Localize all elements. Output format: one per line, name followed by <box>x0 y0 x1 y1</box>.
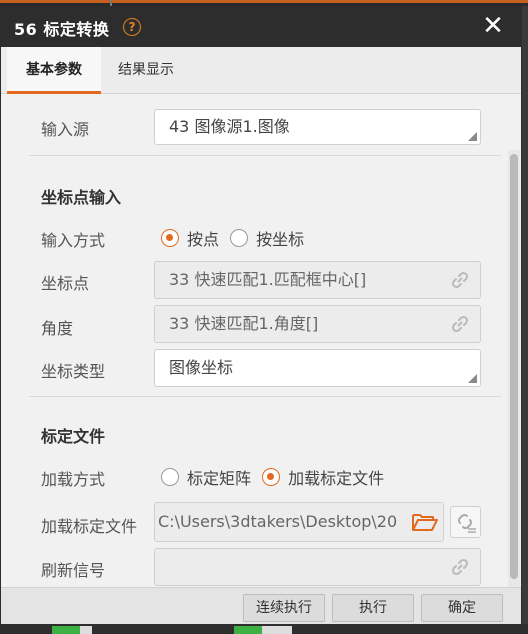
form-content: 输入源 43 图像源1.图像 坐标点输入 输入方式 按点 按坐标 坐标点 33 … <box>1 94 521 588</box>
input-source-select[interactable]: 43 图像源1.图像 <box>154 109 481 145</box>
angle-value: 33 快速匹配1.角度[] <box>169 314 319 333</box>
radio-unchecked-icon <box>161 468 179 486</box>
link-icon[interactable] <box>450 557 470 577</box>
divider <box>29 155 501 156</box>
dropdown-corner-icon <box>468 374 477 383</box>
calib-file-label: 加载标定文件 <box>41 517 138 536</box>
background-white-block <box>262 626 292 634</box>
radio-by-point-label: 按点 <box>187 230 220 249</box>
help-icon[interactable]: ? <box>123 18 141 36</box>
calib-section-title: 标定文件 <box>41 427 106 446</box>
ok-button[interactable]: 确定 <box>421 594 503 622</box>
input-mode-radio-group: 按点 按坐标 <box>161 226 310 251</box>
radio-calib-matrix[interactable]: 标定矩阵 <box>161 465 251 489</box>
close-button[interactable]: ✕ <box>479 13 507 41</box>
tab-result-display[interactable]: 结果显示 <box>118 47 174 93</box>
load-mode-label: 加载方式 <box>41 470 106 489</box>
input-source-label: 输入源 <box>41 120 90 139</box>
tab-basic-params[interactable]: 基本参数 <box>7 47 101 94</box>
refresh-signal-label: 刷新信号 <box>41 561 106 580</box>
title-bar[interactable]: 56 标定转换 ? ✕ <box>1 7 521 47</box>
dialog-footer: 连续执行 执行 确定 <box>1 587 521 626</box>
calibration-dialog: 56 标定转换 ? ✕ 基本参数 结果显示 输入源 43 图像源1.图像 坐标点… <box>0 6 522 626</box>
input-source-value: 43 图像源1.图像 <box>169 117 290 136</box>
radio-checked-icon <box>262 468 281 486</box>
angle-field[interactable]: 33 快速匹配1.角度[] <box>154 305 481 343</box>
radio-by-coord[interactable]: 按坐标 <box>230 226 304 250</box>
folder-open-icon[interactable] <box>411 510 439 534</box>
radio-unchecked-icon <box>230 229 249 247</box>
run-button[interactable]: 执行 <box>332 594 414 622</box>
radio-checked-icon <box>161 229 179 247</box>
link-icon[interactable] <box>450 314 470 334</box>
coord-section-title: 坐标点输入 <box>41 188 122 207</box>
coord-point-field[interactable]: 33 快速匹配1.匹配框中心[] <box>154 261 481 299</box>
load-mode-radio-group: 标定矩阵 加载标定文件 <box>161 465 390 490</box>
radio-by-point[interactable]: 按点 <box>161 226 219 250</box>
dropdown-corner-icon <box>468 132 477 141</box>
unlink-icon <box>457 513 476 533</box>
background-accent-line <box>0 0 528 3</box>
background-bottom-strip <box>0 624 528 634</box>
coord-type-value: 图像坐标 <box>169 358 234 377</box>
vertical-scrollbar[interactable] <box>508 150 520 590</box>
calib-file-path-value: C:\Users\3dtakers\Desktop\20 <box>158 512 398 531</box>
coord-type-label: 坐标类型 <box>41 362 106 381</box>
radio-calib-matrix-label: 标定矩阵 <box>187 469 252 488</box>
link-icon[interactable] <box>450 270 470 290</box>
coord-point-value: 33 快速匹配1.匹配框中心[] <box>169 270 367 289</box>
radio-by-coord-label: 按坐标 <box>256 230 305 249</box>
continuous-run-button[interactable]: 连续执行 <box>243 594 325 622</box>
scrollbar-thumb[interactable] <box>510 154 518 579</box>
calib-file-path-field[interactable]: C:\Users\3dtakers\Desktop\20 <box>154 502 444 542</box>
background-green-block <box>52 626 80 634</box>
dialog-title: 56 标定转换 <box>14 20 110 39</box>
background-white-block <box>80 626 92 634</box>
background-green-block <box>234 626 262 634</box>
radio-load-calib-file-label: 加载标定文件 <box>288 469 385 488</box>
coord-point-label: 坐标点 <box>41 274 90 293</box>
radio-load-calib-file[interactable]: 加载标定文件 <box>262 465 384 489</box>
unlink-button[interactable] <box>450 506 481 538</box>
coord-type-select[interactable]: 图像坐标 <box>154 349 481 387</box>
angle-label: 角度 <box>41 319 74 338</box>
input-mode-label: 输入方式 <box>41 231 106 250</box>
divider <box>29 396 501 397</box>
tab-bar: 基本参数 结果显示 <box>1 47 521 94</box>
refresh-signal-field[interactable] <box>154 548 481 586</box>
